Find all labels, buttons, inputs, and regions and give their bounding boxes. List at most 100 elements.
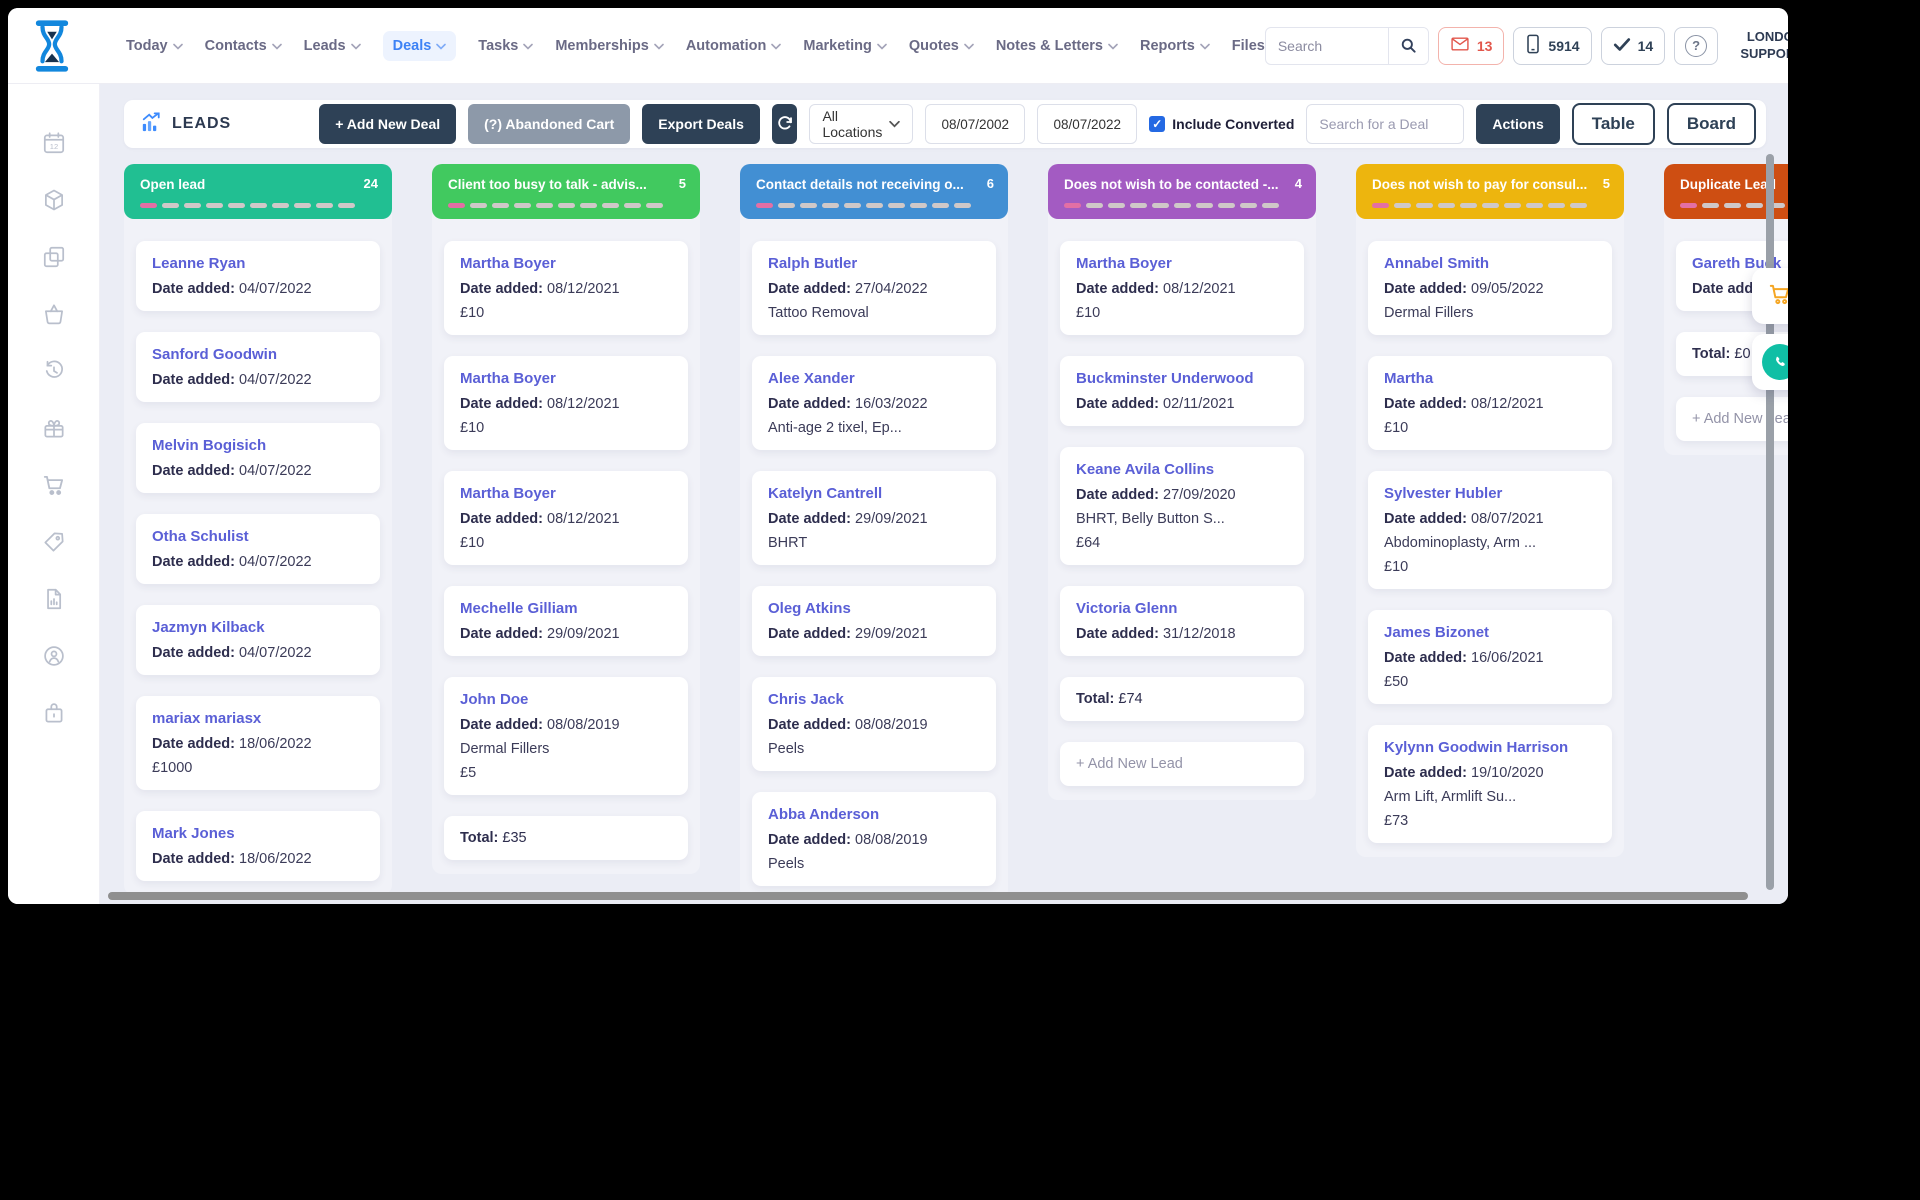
deal-search-input[interactable]: [1306, 104, 1464, 144]
lead-card[interactable]: Sylvester HublerDate added: 08/07/2021Ab…: [1368, 471, 1612, 589]
vertical-scrollbar[interactable]: [1766, 154, 1774, 890]
nav-item-today[interactable]: Today: [126, 38, 183, 54]
lead-card[interactable]: Alee XanderDate added: 16/03/2022Anti-ag…: [752, 356, 996, 450]
lead-name[interactable]: Katelyn Cantrell: [768, 485, 980, 502]
copy-icon[interactable]: [41, 244, 67, 270]
lead-name[interactable]: Martha Boyer: [1076, 255, 1288, 272]
lead-card[interactable]: Kylynn Goodwin HarrisonDate added: 19/10…: [1368, 725, 1612, 843]
column-header[interactable]: Open lead24: [124, 164, 392, 219]
lead-name[interactable]: Jazmyn Kilback: [152, 619, 364, 636]
lead-card[interactable]: Katelyn CantrellDate added: 29/09/2021BH…: [752, 471, 996, 565]
lead-name[interactable]: Leanne Ryan: [152, 255, 364, 272]
export-deals-button[interactable]: Export Deals: [642, 104, 760, 144]
history-icon[interactable]: [41, 358, 67, 384]
nav-item-contacts[interactable]: Contacts: [205, 38, 282, 54]
lead-name[interactable]: Alee Xander: [768, 370, 980, 387]
lead-card[interactable]: John DoeDate added: 08/08/2019Dermal Fil…: [444, 677, 688, 795]
lead-name[interactable]: Martha Boyer: [460, 370, 672, 387]
column-header[interactable]: Does not wish to pay for consul...5: [1356, 164, 1624, 219]
lead-name[interactable]: Oleg Atkins: [768, 600, 980, 617]
lead-card[interactable]: Leanne RyanDate added: 04/07/2022: [136, 241, 380, 311]
lead-name[interactable]: Keane Avila Collins: [1076, 461, 1288, 478]
lead-name[interactable]: Martha Boyer: [460, 255, 672, 272]
lead-card[interactable]: Oleg AtkinsDate added: 29/09/2021: [752, 586, 996, 656]
lead-card[interactable]: Martha BoyerDate added: 08/12/2021£10: [1060, 241, 1304, 335]
lead-name[interactable]: John Doe: [460, 691, 672, 708]
search-input[interactable]: [1266, 38, 1388, 54]
lead-name[interactable]: Sylvester Hubler: [1384, 485, 1596, 502]
cart-icon[interactable]: [41, 472, 67, 498]
package-icon[interactable]: [41, 187, 67, 213]
lead-card[interactable]: mariax mariasxDate added: 18/06/2022£100…: [136, 696, 380, 790]
lead-card[interactable]: Abba AndersonDate added: 08/08/2019Peels: [752, 792, 996, 886]
nav-item-quotes[interactable]: Quotes: [909, 38, 974, 54]
logo-hourglass-icon[interactable]: [30, 16, 74, 76]
actions-button[interactable]: Actions: [1476, 104, 1559, 144]
lead-name[interactable]: James Bizonet: [1384, 624, 1596, 641]
lead-name[interactable]: Mark Jones: [152, 825, 364, 842]
nav-item-reports[interactable]: Reports: [1140, 38, 1210, 54]
cart-fab-button[interactable]: [1752, 268, 1788, 324]
lead-card[interactable]: Martha BoyerDate added: 08/12/2021£10: [444, 471, 688, 565]
tasks-badge[interactable]: 14: [1601, 27, 1666, 65]
lead-name[interactable]: Sanford Goodwin: [152, 346, 364, 363]
lead-card[interactable]: James BizonetDate added: 16/06/2021£50: [1368, 610, 1612, 704]
nav-item-memberships[interactable]: Memberships: [555, 38, 663, 54]
add-new-lead-button[interactable]: + Add New Lead: [1060, 742, 1304, 786]
lead-name[interactable]: Chris Jack: [768, 691, 980, 708]
horizontal-scrollbar[interactable]: [108, 892, 1748, 900]
refresh-button[interactable]: [772, 104, 798, 144]
calendar-icon[interactable]: 12: [41, 130, 67, 156]
lead-card[interactable]: Annabel SmithDate added: 09/05/2022Derma…: [1368, 241, 1612, 335]
lead-card[interactable]: Buckminster UnderwoodDate added: 02/11/2…: [1060, 356, 1304, 426]
add-new-deal-button[interactable]: + Add New Deal: [319, 104, 456, 144]
mail-badge[interactable]: 13: [1438, 27, 1505, 65]
report-icon[interactable]: [41, 586, 67, 612]
date-from-input[interactable]: [925, 104, 1025, 144]
lead-name[interactable]: Mechelle Gilliam: [460, 600, 672, 617]
include-converted-checkbox[interactable]: ✓ Include Converted: [1149, 116, 1294, 132]
nav-item-tasks[interactable]: Tasks: [478, 38, 533, 54]
lock-icon[interactable]: [41, 700, 67, 726]
lead-name[interactable]: Ralph Butler: [768, 255, 980, 272]
column-header[interactable]: Contact details not receiving o...6: [740, 164, 1008, 219]
nav-item-deals[interactable]: Deals: [383, 31, 457, 61]
lead-card[interactable]: Mechelle GilliamDate added: 29/09/2021: [444, 586, 688, 656]
lead-name[interactable]: Melvin Bogisich: [152, 437, 364, 454]
lead-card[interactable]: Otha SchulistDate added: 04/07/2022: [136, 514, 380, 584]
nav-item-marketing[interactable]: Marketing: [803, 38, 887, 54]
lead-card[interactable]: Martha BoyerDate added: 08/12/2021£10: [444, 356, 688, 450]
user-badge-icon[interactable]: [41, 643, 67, 669]
phone-badge[interactable]: 5914: [1513, 27, 1591, 65]
lead-name[interactable]: Abba Anderson: [768, 806, 980, 823]
lead-name[interactable]: Martha Boyer: [460, 485, 672, 502]
tag-icon[interactable]: [41, 529, 67, 555]
lead-card[interactable]: MarthaDate added: 08/12/2021£10: [1368, 356, 1612, 450]
lead-name[interactable]: Annabel Smith: [1384, 255, 1596, 272]
lead-name[interactable]: Martha: [1384, 370, 1596, 387]
lead-name[interactable]: Kylynn Goodwin Harrison: [1384, 739, 1596, 756]
board-view-button[interactable]: Board: [1667, 103, 1756, 145]
nav-item-files[interactable]: Files: [1232, 38, 1265, 54]
nav-item-notes-letters[interactable]: Notes & Letters: [996, 38, 1118, 54]
nav-item-automation[interactable]: Automation: [686, 38, 782, 54]
lead-name[interactable]: Buckminster Underwood: [1076, 370, 1288, 387]
lead-name[interactable]: mariax mariasx: [152, 710, 364, 727]
basket-icon[interactable]: [41, 301, 67, 327]
column-header[interactable]: Client too busy to talk - advis...5: [432, 164, 700, 219]
gift-icon[interactable]: [41, 415, 67, 441]
column-header[interactable]: Does not wish to be contacted -...4: [1048, 164, 1316, 219]
help-button[interactable]: ?: [1674, 27, 1718, 65]
whatsapp-fab-button[interactable]: [1752, 334, 1788, 390]
nav-item-leads[interactable]: Leads: [304, 38, 361, 54]
lead-name[interactable]: Victoria Glenn: [1076, 600, 1288, 617]
lead-card[interactable]: Sanford GoodwinDate added: 04/07/2022: [136, 332, 380, 402]
table-view-button[interactable]: Table: [1572, 103, 1655, 145]
location-select[interactable]: All Locations: [809, 104, 913, 144]
lead-card[interactable]: Victoria GlennDate added: 31/12/2018: [1060, 586, 1304, 656]
lead-card[interactable]: Ralph ButlerDate added: 27/04/2022Tattoo…: [752, 241, 996, 335]
lead-card[interactable]: Chris JackDate added: 08/08/2019Peels: [752, 677, 996, 771]
lead-card[interactable]: Martha BoyerDate added: 08/12/2021£10: [444, 241, 688, 335]
lead-card[interactable]: Mark JonesDate added: 18/06/2022: [136, 811, 380, 881]
date-to-input[interactable]: [1037, 104, 1137, 144]
